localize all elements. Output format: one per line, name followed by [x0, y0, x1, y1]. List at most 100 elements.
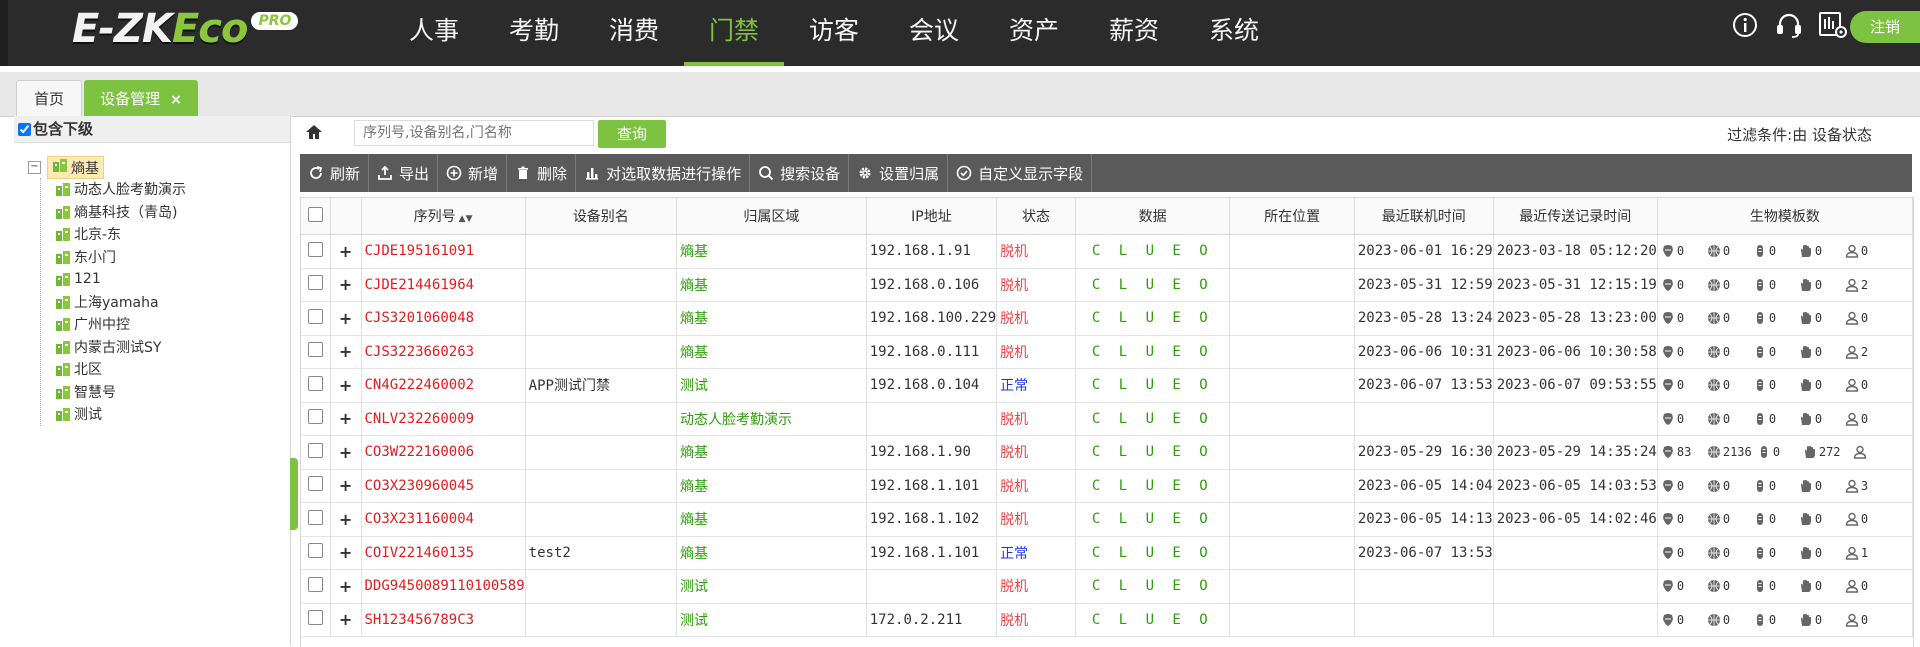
nav-item-6[interactable]: 资产: [984, 0, 1084, 66]
tree-root[interactable]: − 熵基: [28, 155, 186, 179]
table-row[interactable]: + CO3W222160006 熵基 192.168.1.90 脱机 C L U E O 2…: [301, 435, 1914, 470]
col-serial[interactable]: 序列号 ▲▼: [361, 198, 526, 235]
headset-icon[interactable]: [1772, 8, 1806, 42]
expand-plus-icon[interactable]: +: [339, 275, 352, 294]
row-checkbox[interactable]: [307, 409, 323, 425]
sort-icon[interactable]: ▲▼: [459, 214, 473, 224]
cell-serial[interactable]: CO3X231160004: [361, 502, 526, 537]
tab-device-management[interactable]: 设备管理 ×: [84, 80, 198, 117]
row-checkbox[interactable]: [307, 509, 323, 525]
tree-collapse-icon[interactable]: −: [28, 160, 41, 174]
cell-data[interactable]: C L U E O: [1075, 301, 1231, 336]
tree-item[interactable]: 北京-东: [55, 223, 186, 246]
cell-serial[interactable]: CJDE214461964: [361, 268, 526, 302]
table-row[interactable]: + CJDE214461964 熵基 192.168.0.106 脱机 C L U E O…: [301, 268, 1914, 302]
cell-data[interactable]: C L U E O: [1075, 502, 1231, 537]
toolbar-button-6[interactable]: 设置归属: [849, 154, 949, 192]
table-row[interactable]: + CO3X230960045 熵基 192.168.1.101 脱机 C L U E O…: [301, 469, 1914, 503]
logout-button[interactable]: 注销: [1850, 11, 1920, 43]
panel-collapse-handle[interactable]: [290, 458, 298, 530]
expand-plus-icon[interactable]: +: [339, 409, 352, 428]
cell-data[interactable]: C L U E O: [1075, 368, 1231, 403]
tree-item[interactable]: 熵基科技（青岛): [55, 201, 186, 224]
toolbar-button-5[interactable]: 搜索设备: [750, 154, 850, 192]
cell-data[interactable]: C L U E O: [1075, 268, 1231, 302]
cell-serial[interactable]: CJS3223660263: [361, 335, 526, 369]
row-checkbox[interactable]: [307, 375, 323, 391]
nav-item-2[interactable]: 消费: [584, 0, 684, 66]
table-row[interactable]: + CNLV232260009 动态人脸考勤演示 脱机 C L U E O 0 0 0 0 0: [301, 402, 1914, 436]
cell-serial[interactable]: CO3X230960045: [361, 469, 526, 503]
cell-data[interactable]: C L U E O: [1075, 435, 1231, 470]
table-row[interactable]: + CO3X231160004 熵基 192.168.1.102 脱机 C L U E O…: [301, 502, 1914, 537]
tree-item[interactable]: 智慧号: [55, 381, 186, 404]
row-checkbox[interactable]: [307, 308, 323, 324]
cell-serial[interactable]: SH123456789C3: [361, 603, 526, 637]
table-row[interactable]: + SH123456789C3 测试 172.0.2.211 脱机 C L U E O00…: [301, 603, 1914, 637]
close-icon[interactable]: ×: [170, 92, 182, 108]
search-input[interactable]: [354, 120, 594, 146]
tree-item[interactable]: 内蒙古测试SY: [55, 336, 186, 359]
expand-plus-icon[interactable]: +: [339, 476, 352, 495]
toolbar-button-3[interactable]: 删除: [507, 154, 577, 192]
nav-item-4[interactable]: 访客: [784, 0, 884, 66]
tab-home[interactable]: 首页: [16, 80, 82, 117]
include-sub-checkbox[interactable]: [18, 123, 31, 136]
search-button[interactable]: 查询: [598, 120, 666, 148]
row-checkbox[interactable]: [307, 543, 323, 559]
nav-item-8[interactable]: 系统: [1184, 0, 1284, 66]
cell-data[interactable]: C L U E O: [1075, 402, 1231, 436]
home-icon[interactable]: [304, 122, 324, 142]
expand-plus-icon[interactable]: +: [339, 242, 352, 261]
row-checkbox[interactable]: [307, 275, 323, 291]
tree-item[interactable]: 测试: [55, 403, 186, 426]
cell-data[interactable]: C L U E O: [1075, 335, 1231, 369]
cell-data[interactable]: C L U E O: [1075, 469, 1231, 503]
row-checkbox[interactable]: [307, 442, 323, 458]
nav-item-1[interactable]: 考勤: [484, 0, 584, 66]
cell-serial[interactable]: CNLV232260009: [361, 402, 526, 436]
row-checkbox[interactable]: [307, 610, 323, 626]
select-all-checkbox[interactable]: [307, 206, 323, 222]
cell-data[interactable]: C L U E O: [1075, 603, 1231, 637]
expand-plus-icon[interactable]: +: [339, 577, 352, 596]
tree-item[interactable]: 东小门: [55, 246, 186, 269]
expand-plus-icon[interactable]: +: [339, 443, 352, 462]
nav-item-0[interactable]: 人事: [384, 0, 484, 66]
toolbar-button-4[interactable]: 对选取数据进行操作: [576, 154, 751, 192]
toolbar-button-7[interactable]: 自定义显示字段: [948, 154, 1093, 192]
row-checkbox[interactable]: [307, 342, 323, 358]
expand-plus-icon[interactable]: +: [339, 510, 352, 529]
toolbar-button-2[interactable]: 新增: [438, 154, 508, 192]
table-row[interactable]: + CN4G222460002 APP测试门禁 测试 192.168.0.104 正常 C …: [301, 368, 1914, 403]
cell-serial[interactable]: COIV221460135: [361, 536, 526, 570]
table-row[interactable]: + CJS3223660263 熵基 192.168.0.111 脱机 C L U E O…: [301, 335, 1914, 369]
expand-plus-icon[interactable]: +: [339, 376, 352, 395]
table-row[interactable]: + CJS3201060048 熵基 192.168.100.229 脱机 C L U E…: [301, 301, 1914, 336]
row-checkbox[interactable]: [307, 476, 323, 492]
toolbar-button-1[interactable]: 导出: [369, 154, 439, 192]
cell-data[interactable]: C L U E O: [1075, 536, 1231, 570]
cell-serial[interactable]: CO3W222160006: [361, 435, 526, 470]
toolbar-button-0[interactable]: 刷新: [300, 154, 370, 192]
tree-item[interactable]: 广州中控: [55, 313, 186, 336]
tree-root-label[interactable]: 熵基: [47, 155, 104, 179]
nav-item-3[interactable]: 门禁: [684, 0, 784, 66]
cell-serial[interactable]: CJDE195161091: [361, 234, 526, 269]
expand-plus-icon[interactable]: +: [339, 543, 352, 562]
cell-data[interactable]: C L U E O: [1075, 569, 1231, 604]
cell-serial[interactable]: DDG9450089110100589: [361, 569, 526, 604]
expand-plus-icon[interactable]: +: [339, 610, 352, 629]
tree-item[interactable]: 上海yamaha: [55, 291, 186, 314]
cell-data[interactable]: C L U E O: [1075, 234, 1231, 269]
nav-item-7[interactable]: 薪资: [1084, 0, 1184, 66]
row-checkbox[interactable]: [307, 576, 323, 592]
table-row[interactable]: + COIV221460135 test2 熵基 192.168.1.101 正常 C L …: [301, 536, 1914, 570]
cell-serial[interactable]: CJS3201060048: [361, 301, 526, 336]
table-row[interactable]: + CJDE195161091 熵基 192.168.1.91 脱机 C L U E O 2…: [301, 234, 1914, 269]
tree-item[interactable]: 动态人脸考勤演示: [55, 178, 186, 201]
expand-plus-icon[interactable]: +: [339, 342, 352, 361]
info-icon[interactable]: [1728, 8, 1762, 42]
device-settings-icon[interactable]: [1816, 8, 1850, 42]
expand-plus-icon[interactable]: +: [339, 309, 352, 328]
